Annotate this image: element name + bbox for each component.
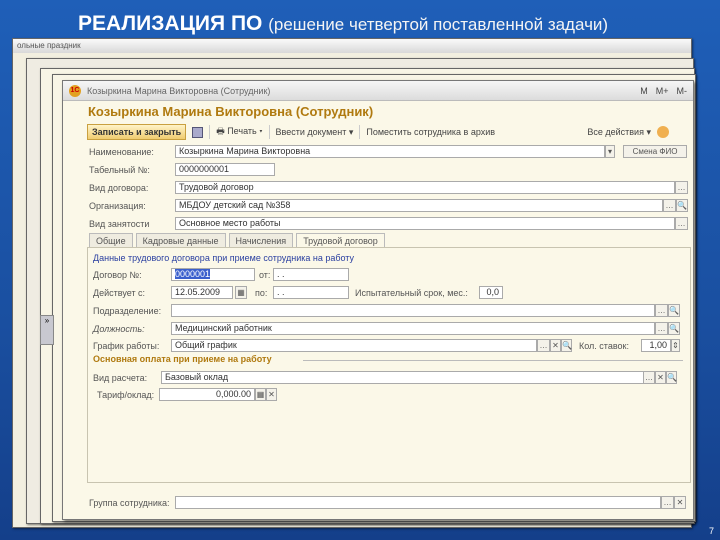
tab-no-field[interactable]: 0000000001 (175, 163, 275, 176)
dept-select-button[interactable]: … (655, 304, 668, 317)
contract-no-field[interactable]: 0000001 (171, 268, 255, 281)
toolbar: Записать и закрыть 🖶 Печать ▾ Ввести док… (63, 122, 693, 142)
change-fio-button[interactable]: Смена ФИО (623, 145, 687, 158)
tariff-field[interactable]: 0,000.00 (159, 388, 255, 401)
panel-collapse-handle[interactable]: » (40, 315, 54, 345)
enter-document-button[interactable]: Ввести документ ▾ (276, 127, 354, 138)
pay-group-title: Основная оплата при приеме на работу (93, 354, 272, 364)
contract-section-title: Данные трудового договора при приеме сот… (93, 253, 355, 263)
employee-group-label: Группа сотрудника: (89, 498, 170, 508)
print-button[interactable]: 🖶 Печать ▾ (216, 124, 262, 140)
org-label: Организация: (89, 201, 146, 211)
schedule-clear-icon[interactable]: ✕ (550, 339, 561, 352)
from-date-field[interactable]: . . (273, 268, 349, 281)
to-label: по: (255, 288, 268, 298)
contract-type-select-button[interactable]: … (675, 181, 688, 194)
probation-field[interactable]: 0,0 (479, 286, 503, 299)
dept-search-icon[interactable]: 🔍 (668, 304, 680, 317)
tab-accruals[interactable]: Начисления (228, 233, 294, 248)
org-select-button[interactable]: … (663, 199, 676, 212)
window-titlebar[interactable]: 1С Козыркина Марина Викторовна (Сотрудни… (63, 81, 693, 101)
employment-field[interactable]: Основное место работы (175, 217, 675, 230)
name-label: Наименование: (89, 147, 154, 157)
employee-group-field[interactable] (175, 496, 661, 509)
schedule-label: График работы: (93, 341, 160, 351)
m-minus-button[interactable]: M- (677, 86, 688, 96)
probation-label: Испытательный срок, мес.: (355, 288, 468, 298)
employment-label: Вид занятости (89, 219, 150, 229)
tab-labor-contract[interactable]: Трудовой договор (296, 233, 385, 248)
position-select-button[interactable]: … (655, 322, 668, 335)
tariff-clear-icon[interactable]: ✕ (266, 388, 277, 401)
position-label: Должность: (93, 324, 145, 334)
save-close-button[interactable]: Записать и закрыть (87, 124, 187, 140)
calc-search-icon[interactable]: 🔍 (666, 371, 677, 384)
position-search-icon[interactable]: 🔍 (668, 322, 680, 335)
name-dropdown-button[interactable]: ▾ (605, 145, 615, 158)
rate-field[interactable]: 1,00 (641, 339, 671, 352)
calc-select-button[interactable]: … (643, 371, 655, 384)
window-title: Козыркина Марина Викторовна (Сотрудник) (87, 85, 271, 96)
tariff-label: Тариф/оклад: (97, 390, 155, 400)
1c-logo-icon: 1С (69, 84, 81, 97)
valid-from-field[interactable]: 12.05.2009 (171, 286, 233, 299)
position-field[interactable]: Медицинский работник (171, 322, 655, 335)
contract-type-field[interactable]: Трудовой договор (175, 181, 675, 194)
archive-button[interactable]: Поместить сотрудника в архив (366, 127, 495, 137)
help-icon[interactable] (657, 126, 669, 138)
schedule-select-button[interactable]: … (537, 339, 550, 352)
rate-label: Кол. ставок: (579, 341, 629, 351)
save-icon[interactable] (192, 126, 204, 138)
employment-select-button[interactable]: … (675, 217, 688, 230)
schedule-field[interactable]: Общий график (171, 339, 537, 352)
valid-from-label: Действует с: (93, 288, 146, 298)
m-button[interactable]: M (640, 86, 648, 96)
calc-clear-icon[interactable]: ✕ (655, 371, 666, 384)
calendar-icon[interactable]: ▦ (235, 286, 247, 299)
calc-field[interactable]: Базовый оклад (161, 371, 655, 384)
group-clear-icon[interactable]: ✕ (674, 496, 686, 509)
from-label: от: (259, 270, 271, 280)
tab-bar: Общие Кадровые данные Начисления Трудово… (89, 233, 385, 248)
dept-label: Подразделение: (93, 306, 162, 316)
slide-title: РЕАЛИЗАЦИЯ ПО (решение четвертой поставл… (78, 12, 609, 35)
tab-general[interactable]: Общие (89, 233, 133, 248)
all-actions-button[interactable]: Все действия ▾ (587, 127, 651, 138)
contract-no-label: Договор №: (93, 270, 142, 280)
org-search-icon[interactable]: 🔍 (676, 199, 688, 212)
schedule-search-icon[interactable]: 🔍 (561, 339, 572, 352)
page-number: 7 (708, 526, 714, 536)
tab-no-label: Табельный №: (89, 165, 150, 175)
dept-field[interactable] (171, 304, 655, 317)
rate-spinner[interactable]: ⇕ (671, 339, 680, 352)
employee-window: 1С Козыркина Марина Викторовна (Сотрудни… (62, 80, 694, 520)
group-select-button[interactable]: … (661, 496, 674, 509)
tab-hr-data[interactable]: Кадровые данные (135, 233, 226, 248)
calc-label: Вид расчета: (93, 373, 148, 383)
tab-panel (87, 247, 691, 483)
calculator-icon[interactable]: ▦ (255, 388, 266, 401)
contract-type-label: Вид договора: (89, 183, 149, 193)
org-field[interactable]: МБДОУ детский сад №358 (175, 199, 663, 212)
m-plus-button[interactable]: M+ (656, 86, 669, 96)
to-date-field[interactable]: . . (273, 286, 349, 299)
name-field[interactable]: Козыркина Марина Викторовна (175, 145, 605, 158)
form-heading: Козыркина Марина Викторовна (Сотрудник) (88, 104, 374, 119)
